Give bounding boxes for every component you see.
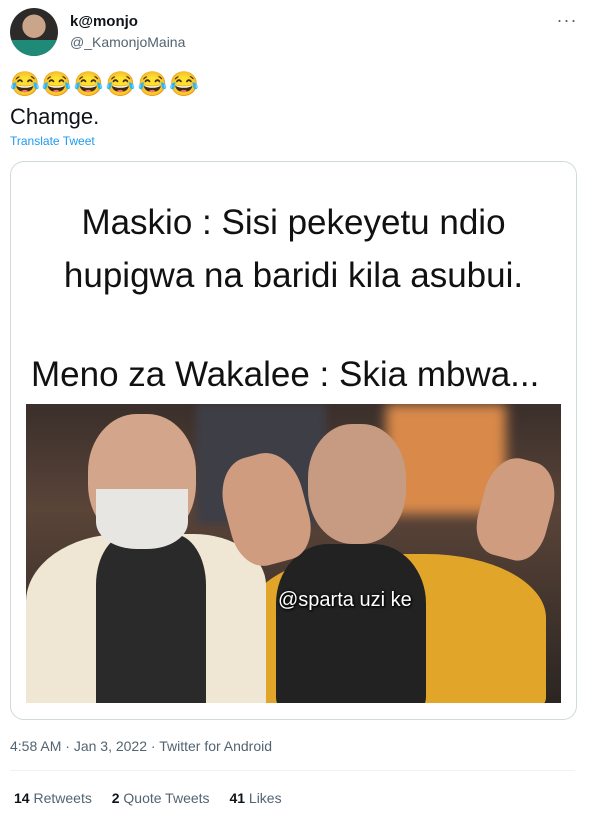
author-handle[interactable]: @_KamonjoMaina	[70, 34, 185, 50]
tweet-source[interactable]: Twitter for Android	[159, 738, 272, 754]
translate-tweet-link[interactable]: Translate Tweet	[10, 134, 95, 148]
likes-count: 41	[229, 790, 246, 806]
retweets-count: 14	[14, 790, 30, 806]
meme-caption-line-1: Maskio : Sisi pekeyetu ndio	[81, 203, 506, 242]
meme-caption-line-2: hupigwa na baridi kila asubui.	[63, 256, 524, 295]
tweet-text: Chamge.	[10, 104, 100, 129]
photo-person-left-vest	[96, 534, 206, 703]
photo-person-right-head	[308, 424, 406, 544]
meme-photo: @sparta uzi ke	[26, 404, 561, 703]
tweet-emojis: 😂😂😂😂😂😂	[10, 71, 202, 98]
tweet-time[interactable]: 4:58 AM	[10, 738, 61, 754]
tweet-stats: 14 Retweets 2 Quote Tweets 41 Likes	[14, 790, 298, 806]
tweet-media[interactable]: Maskio : Sisi pekeyetu ndio hupigwa na b…	[10, 161, 577, 720]
tweet-meta: 4:58 AM · Jan 3, 2022 · Twitter for Andr…	[10, 738, 272, 754]
quote-tweets-stat[interactable]: 2 Quote Tweets	[112, 790, 210, 806]
quote-tweets-label: Quote Tweets	[123, 790, 210, 806]
photo-person-left-beard	[96, 489, 188, 549]
tweet-date[interactable]: Jan 3, 2022	[74, 738, 147, 754]
author-display-name[interactable]: k@monjo	[70, 13, 138, 30]
meme-watermark: @sparta uzi ke	[278, 589, 412, 611]
avatar-shirt	[10, 40, 58, 56]
meta-separator: ·	[147, 738, 160, 754]
quote-tweets-count: 2	[111, 790, 120, 806]
meta-separator: ·	[61, 738, 74, 754]
divider	[10, 770, 575, 771]
retweets-stat[interactable]: 14 Retweets	[14, 790, 92, 806]
likes-stat[interactable]: 41 Likes	[229, 790, 281, 806]
likes-label: Likes	[248, 790, 282, 806]
meme-caption-line-3: Meno za Wakalee : Skia mbwa...	[31, 355, 540, 394]
avatar[interactable]	[10, 8, 58, 56]
more-options-icon[interactable]: ···	[556, 10, 578, 32]
retweets-label: Retweets	[33, 790, 92, 806]
photo-person-right-vest	[276, 544, 426, 703]
